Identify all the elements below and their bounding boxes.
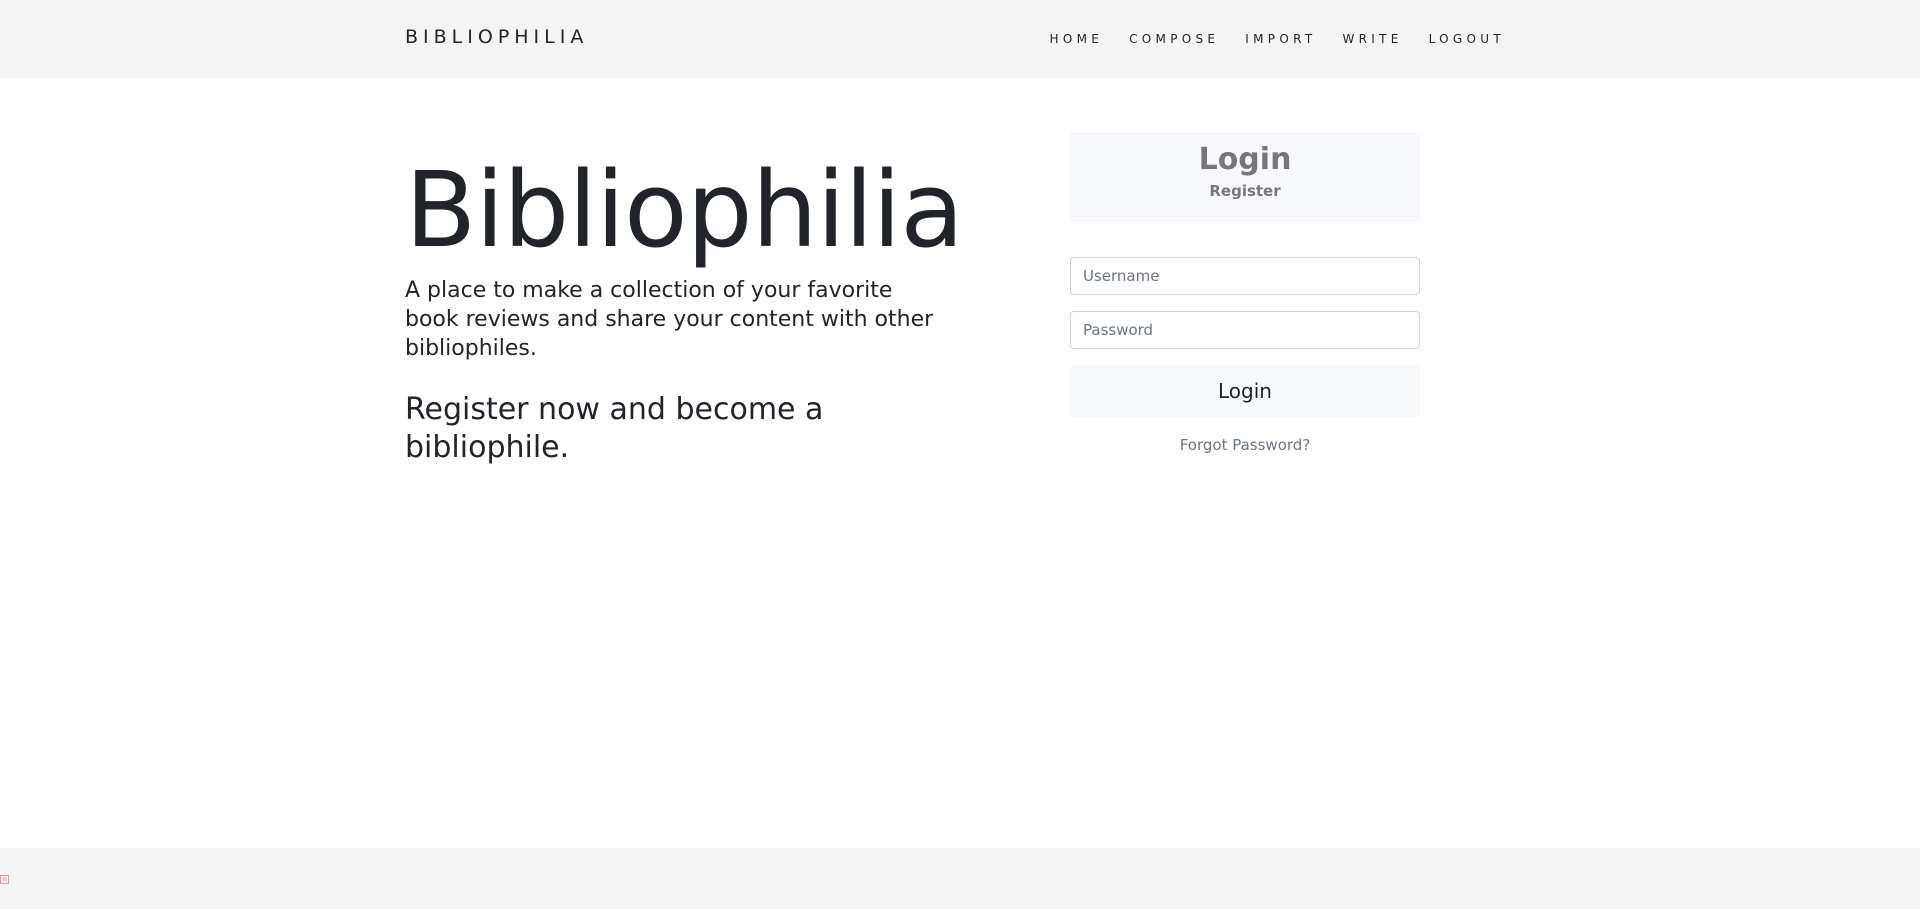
nav-compose-link[interactable]: COMPOSE bbox=[1129, 30, 1219, 48]
tab-login[interactable]: Login bbox=[1070, 132, 1420, 178]
auth-tabs: Login Register bbox=[1070, 132, 1420, 222]
nav-import-link[interactable]: IMPORT bbox=[1245, 30, 1316, 48]
broken-image-icon bbox=[0, 875, 10, 885]
login-button[interactable]: Login bbox=[1070, 365, 1420, 417]
hero-cta: Register now and become a bibliophile. bbox=[405, 392, 824, 465]
navbar: BIBLIOPHILIA HOME COMPOSE IMPORT WRITE L… bbox=[0, 0, 1920, 78]
forgot-password-link[interactable]: Forgot Password? bbox=[1070, 436, 1420, 454]
username-input[interactable] bbox=[1070, 257, 1420, 295]
nav-home-link[interactable]: HOME bbox=[1050, 30, 1104, 48]
brand-link[interactable]: BIBLIOPHILIA bbox=[405, 24, 588, 50]
hero-description: A place to make a collection of your fav… bbox=[405, 278, 934, 361]
hero-title: Bibliophilia bbox=[405, 149, 964, 271]
footer bbox=[0, 848, 1920, 909]
nav-write-link[interactable]: WRITE bbox=[1342, 30, 1402, 48]
tab-register[interactable]: Register bbox=[1070, 180, 1420, 202]
auth-panel: Login Register Login Forgot Password? bbox=[1070, 132, 1420, 454]
main-nav: HOME COMPOSE IMPORT WRITE LOGOUT bbox=[1024, 30, 1505, 48]
hero-section: Bibliophilia A place to make a collectio… bbox=[405, 148, 965, 467]
password-input[interactable] bbox=[1070, 311, 1420, 349]
nav-logout-link[interactable]: LOGOUT bbox=[1429, 30, 1505, 48]
